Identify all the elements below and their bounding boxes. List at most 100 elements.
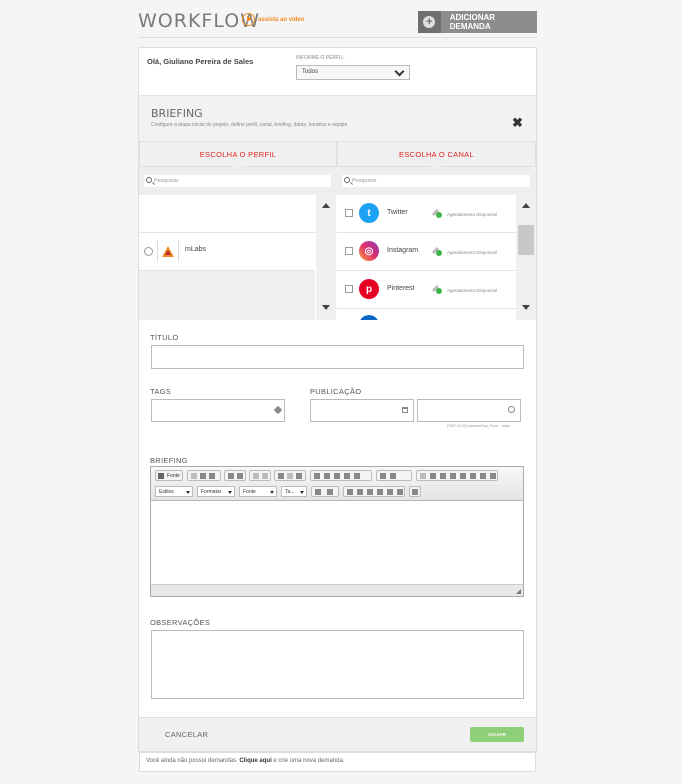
- profile-item-mlabs[interactable]: mLabs: [139, 233, 315, 271]
- scroll-down-icon[interactable]: [322, 305, 330, 310]
- channel-name: Pinterest: [387, 285, 415, 292]
- tags-input[interactable]: [151, 399, 285, 422]
- title-label: TÍTULO: [150, 333, 179, 342]
- source-label: Fonte: [167, 473, 180, 479]
- channel-checkbox[interactable]: [345, 285, 353, 293]
- publication-time-input[interactable]: [417, 399, 521, 422]
- profile-radio[interactable]: [144, 247, 153, 256]
- title-input[interactable]: [151, 345, 524, 369]
- color-group[interactable]: [311, 486, 339, 497]
- indent-group[interactable]: [416, 470, 498, 481]
- twitter-icon: t: [359, 203, 379, 223]
- channel-item-pinterest[interactable]: p Pinterest Agendamento Disponível: [337, 271, 516, 309]
- remove-format-button[interactable]: [409, 486, 421, 497]
- pinterest-icon: p: [359, 279, 379, 299]
- tags-label: TAGS: [150, 387, 172, 396]
- text-color-icon: [315, 489, 321, 495]
- list-group[interactable]: [376, 470, 412, 481]
- schedule-status: Agendamento Disponível: [432, 206, 497, 218]
- close-icon[interactable]: ✖: [512, 115, 523, 131]
- outdent-icon: [420, 473, 426, 479]
- pencil-check-icon: [432, 284, 442, 294]
- cancel-button[interactable]: CANCELAR: [165, 730, 208, 739]
- channel-item-instagram[interactable]: ◎ Instagram Agendamento Disponível: [337, 233, 516, 271]
- publication-date-input[interactable]: [310, 399, 414, 422]
- channel-item-twitter[interactable]: t Twitter Agendamento Disponível: [337, 195, 516, 233]
- resize-handle-icon[interactable]: [516, 589, 521, 594]
- undo-group[interactable]: [249, 470, 271, 481]
- play-icon: [242, 13, 255, 26]
- text-style-group[interactable]: [343, 486, 405, 497]
- unlink-icon: [287, 473, 293, 479]
- profile-search-input[interactable]: Pesquisar: [144, 175, 331, 187]
- calendar-icon: [402, 407, 408, 413]
- scroll-up-icon[interactable]: [322, 203, 330, 208]
- timezone-note[interactable]: (GMT-03:00) America/Sao_Paulo · editar: [447, 424, 510, 428]
- schedule-status: Agendamento Disponível: [432, 244, 497, 256]
- mlabs-logo: [157, 240, 179, 262]
- observations-label: OBSERVAÇÕES: [150, 618, 211, 627]
- channel-checkbox[interactable]: [345, 209, 353, 217]
- add-demand-label: ADICIONAR DEMANDA: [449, 13, 496, 31]
- profile-search-placeholder: Pesquisar: [154, 178, 179, 184]
- scroll-up-icon[interactable]: [522, 203, 530, 208]
- profile-scrollbar[interactable]: [316, 195, 336, 320]
- scroll-thumb[interactable]: [518, 225, 534, 255]
- create-demand-link[interactable]: Clique aqui: [239, 758, 271, 764]
- align-center-icon: [470, 473, 476, 479]
- indent-icon: [430, 473, 436, 479]
- clipboard-group[interactable]: [187, 470, 221, 481]
- channel-name: Instagram: [387, 247, 419, 254]
- briefing-subtitle: Configure a etapa inicial do projeto, de…: [151, 122, 348, 128]
- superscript-icon: [397, 489, 403, 495]
- flash-icon: [324, 473, 330, 479]
- schedule-status: Agendamento Disponível: [432, 282, 497, 294]
- channel-scrollbar[interactable]: [516, 195, 536, 320]
- table-icon: [334, 473, 340, 479]
- channel-checkbox[interactable]: [345, 247, 353, 255]
- font-dropdown[interactable]: Fonte: [239, 486, 277, 497]
- perfil-filter-select[interactable]: Todos: [296, 65, 410, 80]
- chevron-down-icon: [394, 66, 405, 77]
- watch-video-label: assista ao vídeo: [258, 16, 305, 23]
- subscript-icon: [387, 489, 393, 495]
- plus-icon: +: [418, 11, 441, 33]
- add-demand-button[interactable]: + ADICIONAR DEMANDA: [418, 11, 537, 33]
- insert-group[interactable]: [310, 470, 372, 481]
- empty-note-text-end: e crie uma nova demanda.: [273, 758, 345, 764]
- channel-item-partial[interactable]: [337, 309, 516, 320]
- image-icon: [314, 473, 320, 479]
- bullet-list-icon: [390, 473, 396, 479]
- bold-icon: [347, 489, 353, 495]
- italic-icon: [357, 489, 363, 495]
- channel-search-input[interactable]: Pesquisar: [342, 175, 530, 187]
- instagram-icon: ◎: [359, 241, 379, 261]
- styles-dropdown[interactable]: Estilos: [155, 486, 193, 497]
- scroll-down-icon[interactable]: [522, 305, 530, 310]
- perfil-filter-label: INFORME O PERFIL:: [296, 55, 345, 61]
- observations-textarea[interactable]: [151, 630, 524, 699]
- save-button[interactable]: SALVAR: [470, 727, 524, 742]
- linkedin-icon: [359, 315, 379, 320]
- paste-text-icon: [228, 473, 234, 479]
- channel-column-title: ESCOLHA O CANAL: [337, 141, 536, 167]
- format-dropdown[interactable]: Formatar: [197, 486, 235, 497]
- briefing-label: BRIEFING: [150, 456, 188, 465]
- perfil-filter-value: Todos: [302, 69, 319, 75]
- align-justify-icon: [490, 473, 496, 479]
- paste-group[interactable]: [224, 470, 246, 481]
- watch-video-link[interactable]: assista ao vídeo: [242, 13, 304, 26]
- blockquote-icon: [440, 473, 446, 479]
- source-button[interactable]: Fonte: [155, 470, 183, 481]
- channel-search-placeholder: Pesquisar: [352, 178, 377, 184]
- align-left-icon: [460, 473, 466, 479]
- empty-demands-note: Você ainda não possui demandas. Clique a…: [139, 752, 536, 772]
- link-group[interactable]: [274, 470, 306, 481]
- empty-note-text: Você ainda não possui demandas.: [146, 758, 238, 764]
- tag-icon: [273, 405, 283, 415]
- align-right-icon: [480, 473, 486, 479]
- paste-word-icon: [237, 473, 243, 479]
- size-dropdown[interactable]: Ta...: [281, 486, 307, 497]
- user-greeting: Olá, Giuliano Pereira de Sales: [147, 57, 254, 66]
- pencil-check-icon: [432, 208, 442, 218]
